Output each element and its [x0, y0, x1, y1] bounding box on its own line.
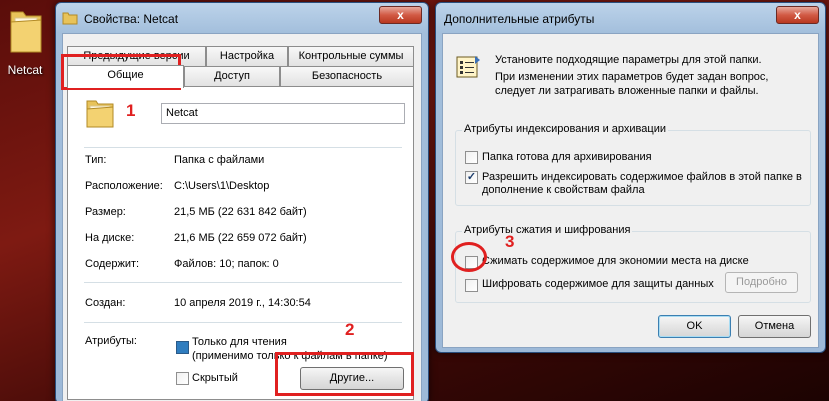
- hidden-checkbox[interactable]: [176, 372, 189, 385]
- tab-sharing[interactable]: Доступ: [184, 66, 280, 86]
- size-value: 21,5 МБ (22 631 842 байт): [174, 206, 307, 218]
- cancel-button[interactable]: Отмена: [738, 315, 811, 338]
- index-label-line2: дополнение к свойствам файла: [482, 184, 645, 196]
- readonly-label: Только для чтения: [192, 336, 287, 348]
- created-value: 10 апреля 2019 г., 14:30:54: [174, 297, 311, 309]
- ok-button[interactable]: OK: [658, 315, 731, 338]
- index-label-line1: Разрешить индексировать содержимое файло…: [482, 171, 802, 183]
- archive-checkbox[interactable]: [465, 151, 478, 164]
- annotation-other-button-highlight: [275, 352, 414, 396]
- annotation-number-3: 3: [505, 232, 515, 251]
- properties-list-icon: [456, 56, 480, 78]
- attributes-label: Атрибуты:: [85, 335, 137, 347]
- disk-size-value: 21,6 МБ (22 659 072 байт): [174, 232, 307, 244]
- folder-name-input[interactable]: Netcat: [161, 103, 405, 124]
- close-button[interactable]: x: [379, 6, 422, 24]
- advanced-title: Дополнительные атрибуты: [444, 12, 595, 26]
- index-checkbox[interactable]: ✓: [465, 171, 478, 184]
- index-archive-group: Атрибуты индексирования и архивации Папк…: [455, 123, 811, 206]
- intro-text-line1: Установите подходящие параметры для этой…: [495, 54, 762, 66]
- close-icon: x: [397, 8, 404, 22]
- folder-icon: [86, 100, 114, 128]
- tab-security[interactable]: Безопасность: [280, 66, 414, 86]
- intro-text-line2: При изменении этих параметров будет зада…: [495, 71, 769, 83]
- type-label: Тип:: [85, 154, 107, 166]
- intro-text-line3: следует ли затрагивать вложенные папки и…: [495, 85, 759, 97]
- index-group-title: Атрибуты индексирования и архивации: [462, 123, 668, 135]
- size-label: Размер:: [85, 206, 126, 218]
- properties-titlebar[interactable]: Свойства: Netcat x: [56, 3, 428, 33]
- tab-checksums[interactable]: Контрольные суммы: [288, 46, 414, 66]
- tab-settings[interactable]: Настройка: [206, 46, 288, 66]
- location-value: C:\Users\1\Desktop: [174, 180, 270, 192]
- encrypt-label: Шифровать содержимое для защиты данных: [482, 278, 714, 290]
- created-label: Создан:: [85, 297, 126, 309]
- contains-value: Файлов: 10; папок: 0: [174, 258, 279, 270]
- annotation-number-2: 2: [345, 320, 355, 339]
- advanced-client: Установите подходящие параметры для этой…: [442, 33, 819, 348]
- annotation-number-1: 1: [126, 101, 136, 120]
- folder-icon: [10, 11, 42, 53]
- properties-title: Свойства: Netcat: [84, 12, 179, 26]
- close-button[interactable]: x: [776, 6, 819, 24]
- readonly-checkbox[interactable]: [176, 341, 189, 354]
- contains-label: Содержит:: [85, 258, 140, 270]
- desktop-icon-label: Netcat: [7, 63, 43, 77]
- hidden-label: Скрытый: [192, 372, 238, 384]
- details-button[interactable]: Подробно: [725, 272, 798, 293]
- archive-label: Папка готова для архивирования: [482, 151, 652, 163]
- close-icon: x: [794, 8, 801, 22]
- annotation-compress-checkbox-highlight: [451, 242, 487, 272]
- location-label: Расположение:: [85, 180, 163, 192]
- folder-icon: [62, 12, 78, 25]
- separator: [84, 147, 402, 148]
- type-value: Папка с файлами: [174, 154, 265, 166]
- compress-label: Сжимать содержимое для экономии места на…: [482, 255, 749, 267]
- compress-group-title: Атрибуты сжатия и шифрования: [462, 224, 633, 236]
- desktop-folder-netcat[interactable]: Netcat: [0, 0, 50, 80]
- advanced-attributes-window: Дополнительные атрибуты x Установите под…: [435, 2, 826, 353]
- disk-size-label: На диске:: [85, 232, 135, 244]
- tab-general[interactable]: Общие: [67, 65, 184, 88]
- separator: [84, 282, 402, 283]
- advanced-titlebar[interactable]: Дополнительные атрибуты x: [436, 3, 825, 33]
- encrypt-checkbox[interactable]: [465, 279, 478, 292]
